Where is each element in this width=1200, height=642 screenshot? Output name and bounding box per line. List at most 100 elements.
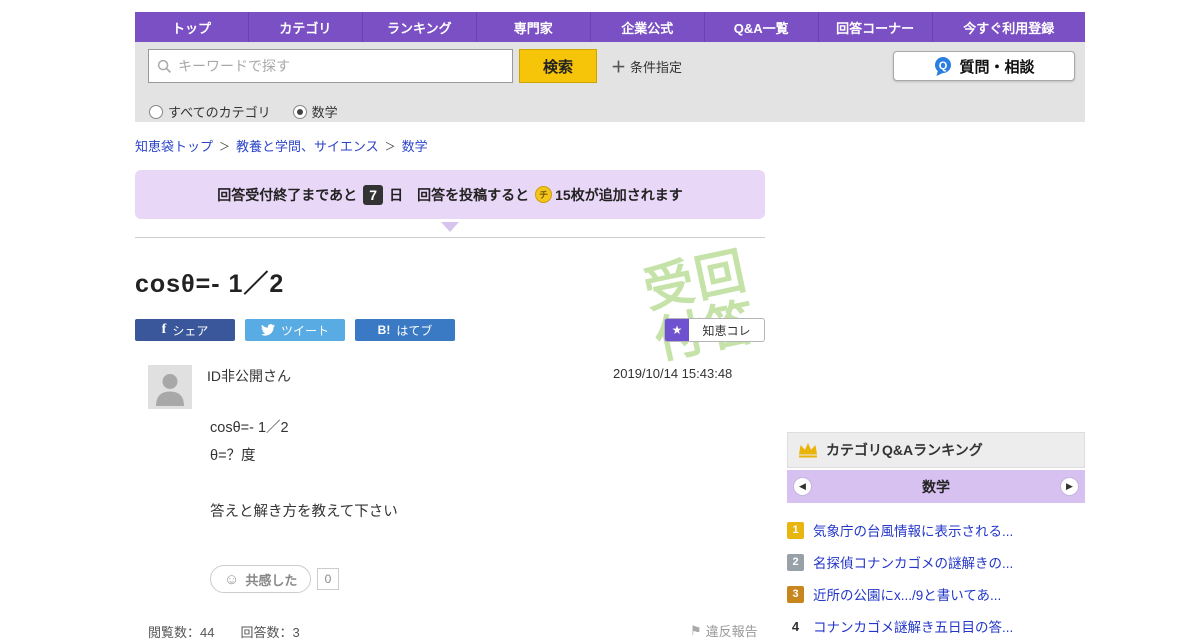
ranking-link[interactable]: 名探偵コナンカゴメの謎解きの... [813,552,1013,572]
ranking-link[interactable]: 近所の公園にx.../9と書いてあ... [813,584,1001,604]
twitter-share-button[interactable]: ツイート [245,319,345,341]
person-icon [148,365,192,409]
search-icon [157,59,172,73]
radio-math[interactable] [292,104,307,119]
views-value: 44 [200,625,215,640]
nav-item-answer-corner[interactable]: 回答コーナー [819,12,933,42]
breadcrumb-science[interactable]: 教養と学問、サイエンス [236,136,379,155]
stamp-char: 回 [689,242,751,308]
question-date: 2019/10/14 15:43:48 [613,366,733,381]
question-body-line: 答えと解き方を教えて下さい [210,504,398,520]
banner-middle: 回答を投稿すると [417,186,530,203]
avatar [148,365,192,409]
question-stats: 閲覧数：44 回答数：3 [148,622,326,641]
sidebar-ranking-list: 1 気象庁の台風情報に表示される... 2 名探偵コナンカゴメの謎解きの... … [787,514,1085,642]
question-author[interactable]: ID非公開さん [207,366,291,386]
twitter-share-label: ツイート [280,323,329,338]
question-body-gap [210,470,398,498]
facebook-share-label: シェア [172,323,209,338]
hatena-share-label: はてブ [396,323,433,338]
sidebar-ranking-header: カテゴリQ&Aランキング [787,432,1085,468]
advanced-search-label: 条件指定 [630,59,683,75]
views-stat: 閲覧数：44 [148,622,214,641]
stamp-char: 受 [638,253,700,319]
sidebar-category-label: 数学 [922,478,950,495]
sympathy-label: 共感した [245,572,298,588]
search-row: キーワードで探す 検索 ＋ 条件指定 [148,49,682,83]
report-violation-link[interactable]: ⚑ 違反報告 [690,621,758,640]
breadcrumb-separator: ＞ [219,140,231,153]
search-button[interactable]: 検索 [519,49,597,83]
ask-question-label: 質問・相談 [959,58,1035,76]
radio-math-label: 数学 [311,105,338,120]
facebook-share-button[interactable]: f シェア [135,319,235,341]
nav-item-qa-list[interactable]: Q&A一覧 [705,12,819,42]
hatena-share-button[interactable]: B! はてブ [355,319,455,341]
ranking-item[interactable]: 2 名探偵コナンカゴメの謎解きの... [787,546,1085,578]
ranking-item[interactable]: 1 気象庁の台風情報に表示される... [787,514,1085,546]
carousel-next-button[interactable]: ▶ [1060,477,1079,496]
radio-all-categories-label: すべてのカテゴリ [168,105,271,120]
radio-all-categories[interactable] [149,104,163,119]
question-body-line: θ=？度 [210,448,256,464]
rank-number: 4 [791,618,800,634]
advanced-search-link[interactable]: ＋ 条件指定 [611,56,682,77]
answers-stat: 回答数：3 [240,622,299,641]
banner-suffix: 15枚が追加されます [555,186,683,203]
chiecolle-button[interactable]: ★ 知恵コレ [664,318,765,342]
plus-icon: ＋ [611,58,627,76]
carousel-prev-button[interactable]: ◀ [793,477,812,496]
section-divider [135,237,765,238]
nav-item-register[interactable]: 今すぐ利用登録 [933,12,1085,42]
star-icon: ★ [665,319,689,341]
sidebar-ranking-title: カテゴリQ&Aランキング [826,442,983,458]
breadcrumb-math[interactable]: 数学 [402,136,428,155]
ranking-item[interactable]: 4 コナンカゴメ謎解き五日目の答... [787,610,1085,642]
facebook-icon: f [161,322,167,337]
search-input[interactable]: キーワードで探す [148,49,513,83]
question-bubble-icon: Q [935,56,952,76]
chiecolle-label: 知恵コレ [702,323,751,338]
rank-badge: 2 [787,553,804,571]
views-label: 閲覧数： [148,625,201,640]
question-body-line: cosθ=- 1／2 [210,420,289,436]
nav-item-experts[interactable]: 専門家 [477,12,591,42]
banner-prefix: 回答受付終了まであと [217,186,358,203]
breadcrumb-separator: ＞ [384,140,396,153]
nav-item-official[interactable]: 企業公式 [591,12,705,42]
question-title: cosθ=- 1／2 [135,270,285,298]
nav-item-category[interactable]: カテゴリ [249,12,363,42]
twitter-bird-icon [260,324,275,336]
rank-badge: 3 [787,585,804,603]
share-row: f シェア ツイート B! はてブ [135,319,455,341]
banner-days-suffix: 日 [389,186,404,203]
smiley-icon: ☺ [224,570,240,588]
report-violation-label: 違反報告 [705,624,758,639]
category-radio-row: すべてのカテゴリ 数学 [149,102,360,121]
sympathy-button[interactable]: ☺ 共感した [210,565,312,593]
rank-badge: 1 [787,521,804,539]
ranking-item[interactable]: 3 近所の公園にx.../9と書いてあ... [787,578,1085,610]
top-nav: トップ カテゴリ ランキング 専門家 企業公式 Q&A一覧 回答コーナー 今すぐ… [135,12,1085,42]
ask-question-button[interactable]: Q 質問・相談 [893,51,1075,81]
breadcrumb: 知恵袋トップ ＞ 教養と学問、サイエンス ＞ 数学 [135,136,428,155]
nav-item-ranking[interactable]: ランキング [363,12,477,42]
hatena-icon: B! [377,323,391,337]
ranking-link[interactable]: コナンカゴメ謎解き五日目の答... [813,616,1013,636]
answering-open-stamp: 受 回 付 答 [638,242,761,370]
sympathy-count: 0 [317,568,339,590]
flag-icon: ⚑ [690,622,702,638]
answer-deadline-banner: 回答受付終了まであと 7 日 回答を投稿すると チ 15枚が追加されます [135,170,765,232]
nav-item-top[interactable]: トップ [135,12,249,42]
coin-icon: チ [535,186,553,203]
search-section: キーワードで探す 検索 ＋ 条件指定 Q 質問・相談 すべてのカテゴリ 数学 [135,42,1085,122]
search-placeholder: キーワードで探す [178,58,290,74]
answers-label: 回答数： [240,625,293,640]
question-body: cosθ=- 1／2 θ=？度 答えと解き方を教えて下さい [210,414,398,526]
crown-icon [799,443,817,458]
ranking-link[interactable]: 気象庁の台風情報に表示される... [813,520,1013,540]
answers-value: 3 [292,625,300,640]
days-remaining-badge: 7 [363,184,384,205]
q-glyph: Q [939,60,948,72]
breadcrumb-home[interactable]: 知恵袋トップ [135,136,213,155]
